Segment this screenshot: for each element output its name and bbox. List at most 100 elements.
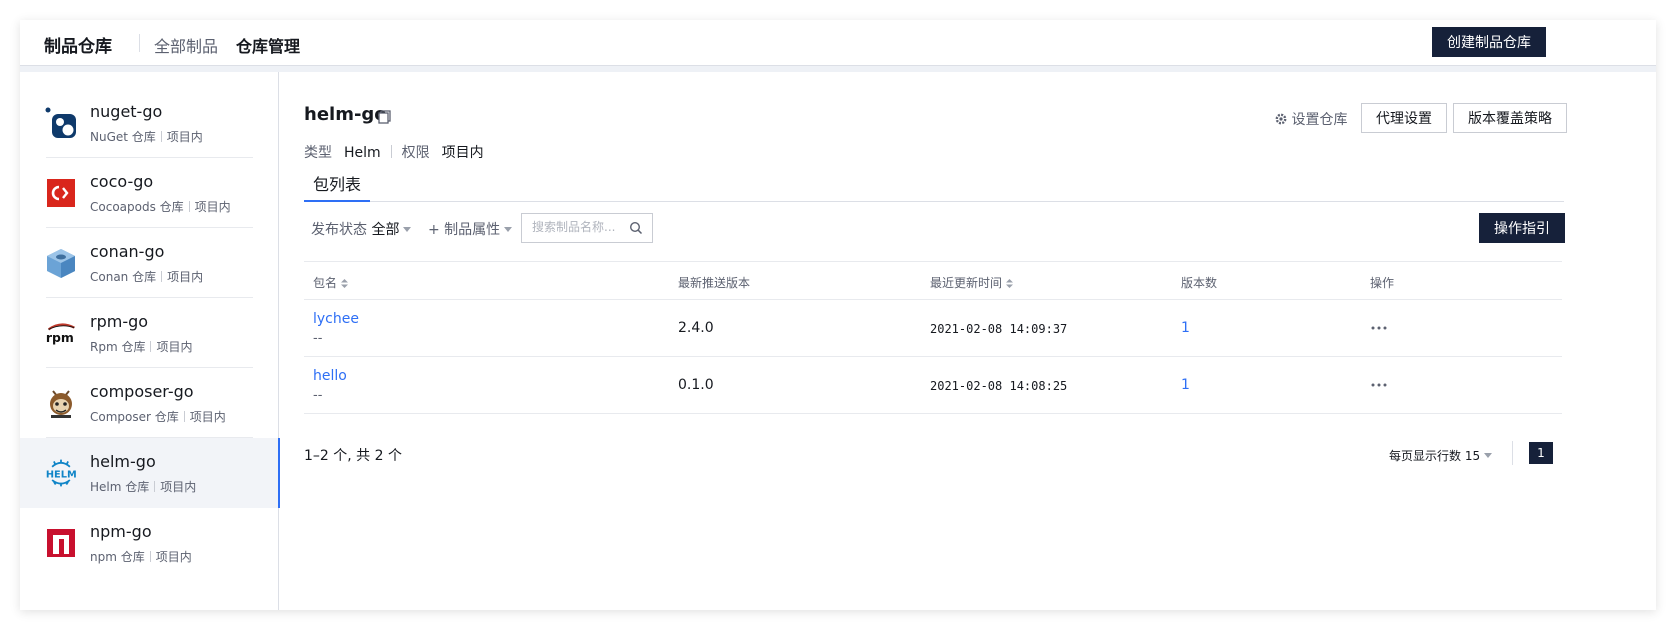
pagination-divider	[1512, 441, 1513, 465]
version-override-button[interactable]: 版本覆盖策略	[1453, 103, 1567, 133]
column-header-name[interactable]: 包名	[313, 274, 349, 291]
copy-icon[interactable]	[378, 110, 392, 124]
repo-scope: 项目内	[155, 550, 192, 564]
package-desc: --	[313, 331, 323, 346]
repo-type: Rpm 仓库	[90, 340, 146, 354]
npm-icon	[47, 529, 75, 557]
sidebar-item-name: conan-go	[90, 242, 165, 261]
permission-label: 权限	[401, 145, 430, 161]
repo-info: 类型 Helm 权限 项目内	[304, 142, 484, 162]
status-filter-value: 全部	[371, 222, 400, 238]
chevron-down-icon	[403, 227, 412, 232]
sidebar-item-npm-go[interactable]: npm-go npm 仓库 项目内	[20, 508, 279, 578]
status-filter[interactable]: 发布状态 全部	[311, 219, 412, 239]
permission-value: 项目内	[441, 145, 484, 161]
repo-type: npm 仓库	[90, 550, 145, 564]
sidebar-item-meta: Composer 仓库 项目内	[90, 408, 226, 425]
sidebar-item-name: nuget-go	[90, 102, 163, 121]
table-header: 包名 最新推送版本 最近更新时间 版本数 操作	[304, 261, 1562, 300]
package-updated: 2021-02-08 14:08:25	[930, 379, 1068, 393]
svg-text:HELM: HELM	[46, 469, 77, 480]
top-header: 制品仓库 全部制品 仓库管理 创建制品仓库	[20, 20, 1656, 70]
sidebar-item-meta: NuGet 仓库 项目内	[90, 128, 203, 145]
repo-type: Conan 仓库	[90, 270, 157, 284]
sidebar-item-name: composer-go	[90, 382, 194, 401]
repo-sidebar: nuget-go NuGet 仓库 项目内 coco-go Cocoapods 仓…	[20, 72, 280, 610]
repo-scope: 项目内	[166, 130, 203, 144]
sort-icon	[341, 279, 349, 288]
column-header-label: 最近更新时间	[930, 276, 1003, 290]
repo-settings-label: 设置仓库	[1291, 112, 1348, 128]
package-updated: 2021-02-08 14:09:37	[930, 322, 1068, 336]
sidebar-item-name: coco-go	[90, 172, 154, 191]
package-name-link[interactable]: hello	[313, 368, 347, 384]
header-divider	[139, 34, 140, 52]
type-label: 类型	[304, 145, 332, 161]
type-value: Helm	[344, 145, 381, 161]
sidebar-item-meta: Cocoapods 仓库 项目内	[90, 198, 231, 215]
sidebar-item-helm-go[interactable]: HELM helm-go Helm 仓库 项目内	[20, 438, 280, 508]
create-repo-button[interactable]: 创建制品仓库	[1432, 27, 1546, 57]
search-icon[interactable]	[629, 221, 643, 235]
page-size-select[interactable]: 每页显示行数 15	[1389, 447, 1493, 464]
table-row: hello -- 0.1.0 2021-02-08 14:08:25 1	[304, 357, 1562, 414]
package-table: 包名 最新推送版本 最近更新时间 版本数 操作 lychee -- 2.4.0 …	[304, 261, 1562, 414]
pagination-summary: 1–2 个, 共 2 个	[304, 448, 402, 464]
sidebar-item-name: npm-go	[90, 522, 152, 541]
repo-scope: 项目内	[167, 270, 204, 284]
sidebar-item-meta: Conan 仓库 项目内	[90, 268, 203, 285]
tab-repo-management[interactable]: 仓库管理	[236, 33, 301, 70]
repo-type: Composer 仓库	[90, 410, 179, 424]
table-row: lychee -- 2.4.0 2021-02-08 14:09:37 1	[304, 300, 1562, 357]
repo-type: NuGet 仓库	[90, 130, 156, 144]
repo-settings-link[interactable]: 设置仓库	[1275, 109, 1347, 129]
attribute-filter[interactable]: + 制品属性	[428, 219, 513, 239]
column-header-updated[interactable]: 最近更新时间	[930, 274, 1014, 291]
chevron-down-icon	[504, 227, 513, 232]
cocoapods-icon	[47, 179, 75, 207]
more-icon[interactable]	[1371, 383, 1387, 387]
sort-icon	[1006, 279, 1014, 288]
proxy-settings-button[interactable]: 代理设置	[1361, 103, 1447, 133]
tab-all-artifacts[interactable]: 全部制品	[154, 33, 218, 68]
nuget-icon	[45, 107, 76, 138]
package-desc: --	[313, 388, 323, 403]
more-icon[interactable]	[1371, 326, 1387, 330]
sidebar-item-rpm-go[interactable]: rpm rpm-go Rpm 仓库 项目内	[20, 298, 279, 368]
sidebar-item-meta: Rpm 仓库 项目内	[90, 338, 192, 355]
operation-guide-button[interactable]: 操作指引	[1479, 213, 1565, 243]
conan-icon	[47, 249, 75, 278]
column-header-label: 包名	[313, 276, 338, 290]
package-name-link[interactable]: lychee	[313, 311, 359, 327]
version-count-link[interactable]: 1	[1181, 377, 1190, 393]
sidebar-item-coco-go[interactable]: coco-go Cocoapods 仓库 项目内	[20, 158, 279, 228]
composer-icon	[50, 390, 72, 418]
attribute-filter-label: + 制品属性	[428, 222, 501, 238]
sidebar-item-meta: npm 仓库 项目内	[90, 548, 192, 565]
status-filter-label: 发布状态	[311, 222, 367, 238]
repo-title: helm-go	[304, 104, 387, 125]
sidebar-item-nuget-go[interactable]: nuget-go NuGet 仓库 项目内	[20, 88, 279, 158]
repo-scope: 项目内	[189, 410, 226, 424]
sidebar-item-name: helm-go	[90, 452, 156, 471]
sidebar-item-meta: Helm 仓库 项目内	[90, 478, 196, 495]
search-input[interactable]	[532, 220, 626, 234]
app-window: 制品仓库 全部制品 仓库管理 创建制品仓库 nuget-go NuGet 仓库项…	[20, 20, 1656, 610]
repo-type: Cocoapods 仓库	[90, 200, 184, 214]
column-header-count: 版本数	[1181, 276, 1218, 290]
svg-text:rpm: rpm	[46, 330, 74, 345]
package-version: 2.4.0	[678, 320, 714, 336]
repo-scope: 项目内	[156, 340, 193, 354]
version-count-link[interactable]: 1	[1181, 320, 1190, 336]
sidebar-item-conan-go[interactable]: conan-go Conan 仓库 项目内	[20, 228, 279, 298]
tab-package-list[interactable]: 包列表	[304, 175, 371, 202]
rpm-icon: rpm	[46, 323, 75, 345]
gear-icon	[1275, 113, 1287, 125]
repo-detail: helm-go 类型 Helm 权限 项目内 设置仓库 代理设置 版本覆盖策略 包列表…	[280, 72, 1656, 610]
package-search	[521, 213, 653, 243]
package-version: 0.1.0	[678, 377, 714, 393]
subtab-bar: 包列表	[304, 175, 1564, 202]
page-button-current[interactable]: 1	[1529, 442, 1553, 464]
repo-scope: 项目内	[194, 200, 231, 214]
sidebar-item-composer-go[interactable]: composer-go Composer 仓库 项目内	[20, 368, 279, 438]
